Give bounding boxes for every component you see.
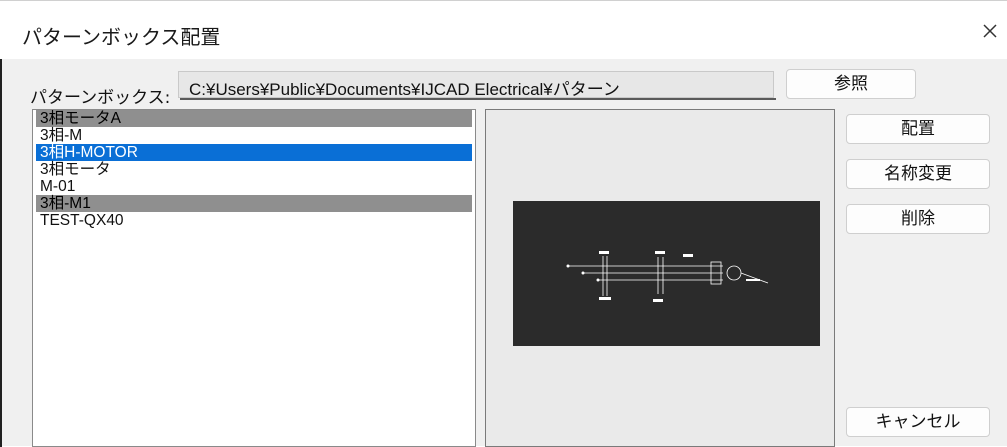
cancel-button[interactable]: キャンセル	[846, 407, 990, 437]
pattern-list[interactable]: 3相モータA 3相-M 3相H-MOTOR 3相モータ M-01 3相-M1 TEST-QX…	[32, 109, 476, 447]
list-item[interactable]: 3相-M	[36, 127, 472, 144]
list-item[interactable]: 3相H-MOTOR	[36, 144, 472, 161]
preview-panel	[485, 109, 835, 447]
list-item[interactable]: TEST-QX40	[36, 212, 472, 229]
delete-button[interactable]: 削除	[846, 204, 990, 234]
list-item[interactable]: 3相-M1	[36, 195, 472, 212]
list-item[interactable]: M-01	[36, 178, 472, 195]
motor-circuit-drawing	[566, 251, 769, 302]
path-label: パターンボックス:	[30, 88, 171, 108]
title-bar: パターンボックス配置	[0, 1, 1007, 59]
place-button[interactable]: 配置	[846, 114, 990, 144]
preview-image	[513, 201, 820, 346]
window-border	[0, 1, 2, 447]
rename-button[interactable]: 名称変更	[846, 159, 990, 189]
pattern-list-items: 3相モータA 3相-M 3相H-MOTOR 3相モータ M-01 3相-M1 TEST-QX…	[33, 110, 475, 229]
pattern-box-dialog: パターンボックス配置 パターンボックス: C:¥Users¥Public¥Doc…	[0, 0, 1007, 447]
path-field[interactable]: C:¥Users¥Public¥Documents¥IJCAD Electric…	[178, 71, 774, 98]
close-icon[interactable]	[974, 15, 1006, 47]
list-item[interactable]: 3相モータ	[36, 161, 472, 178]
window-title: パターンボックス配置	[22, 25, 221, 49]
browse-button[interactable]: 参照	[786, 69, 916, 99]
path-field-underline	[180, 98, 776, 100]
list-item[interactable]: 3相モータA	[36, 110, 472, 127]
